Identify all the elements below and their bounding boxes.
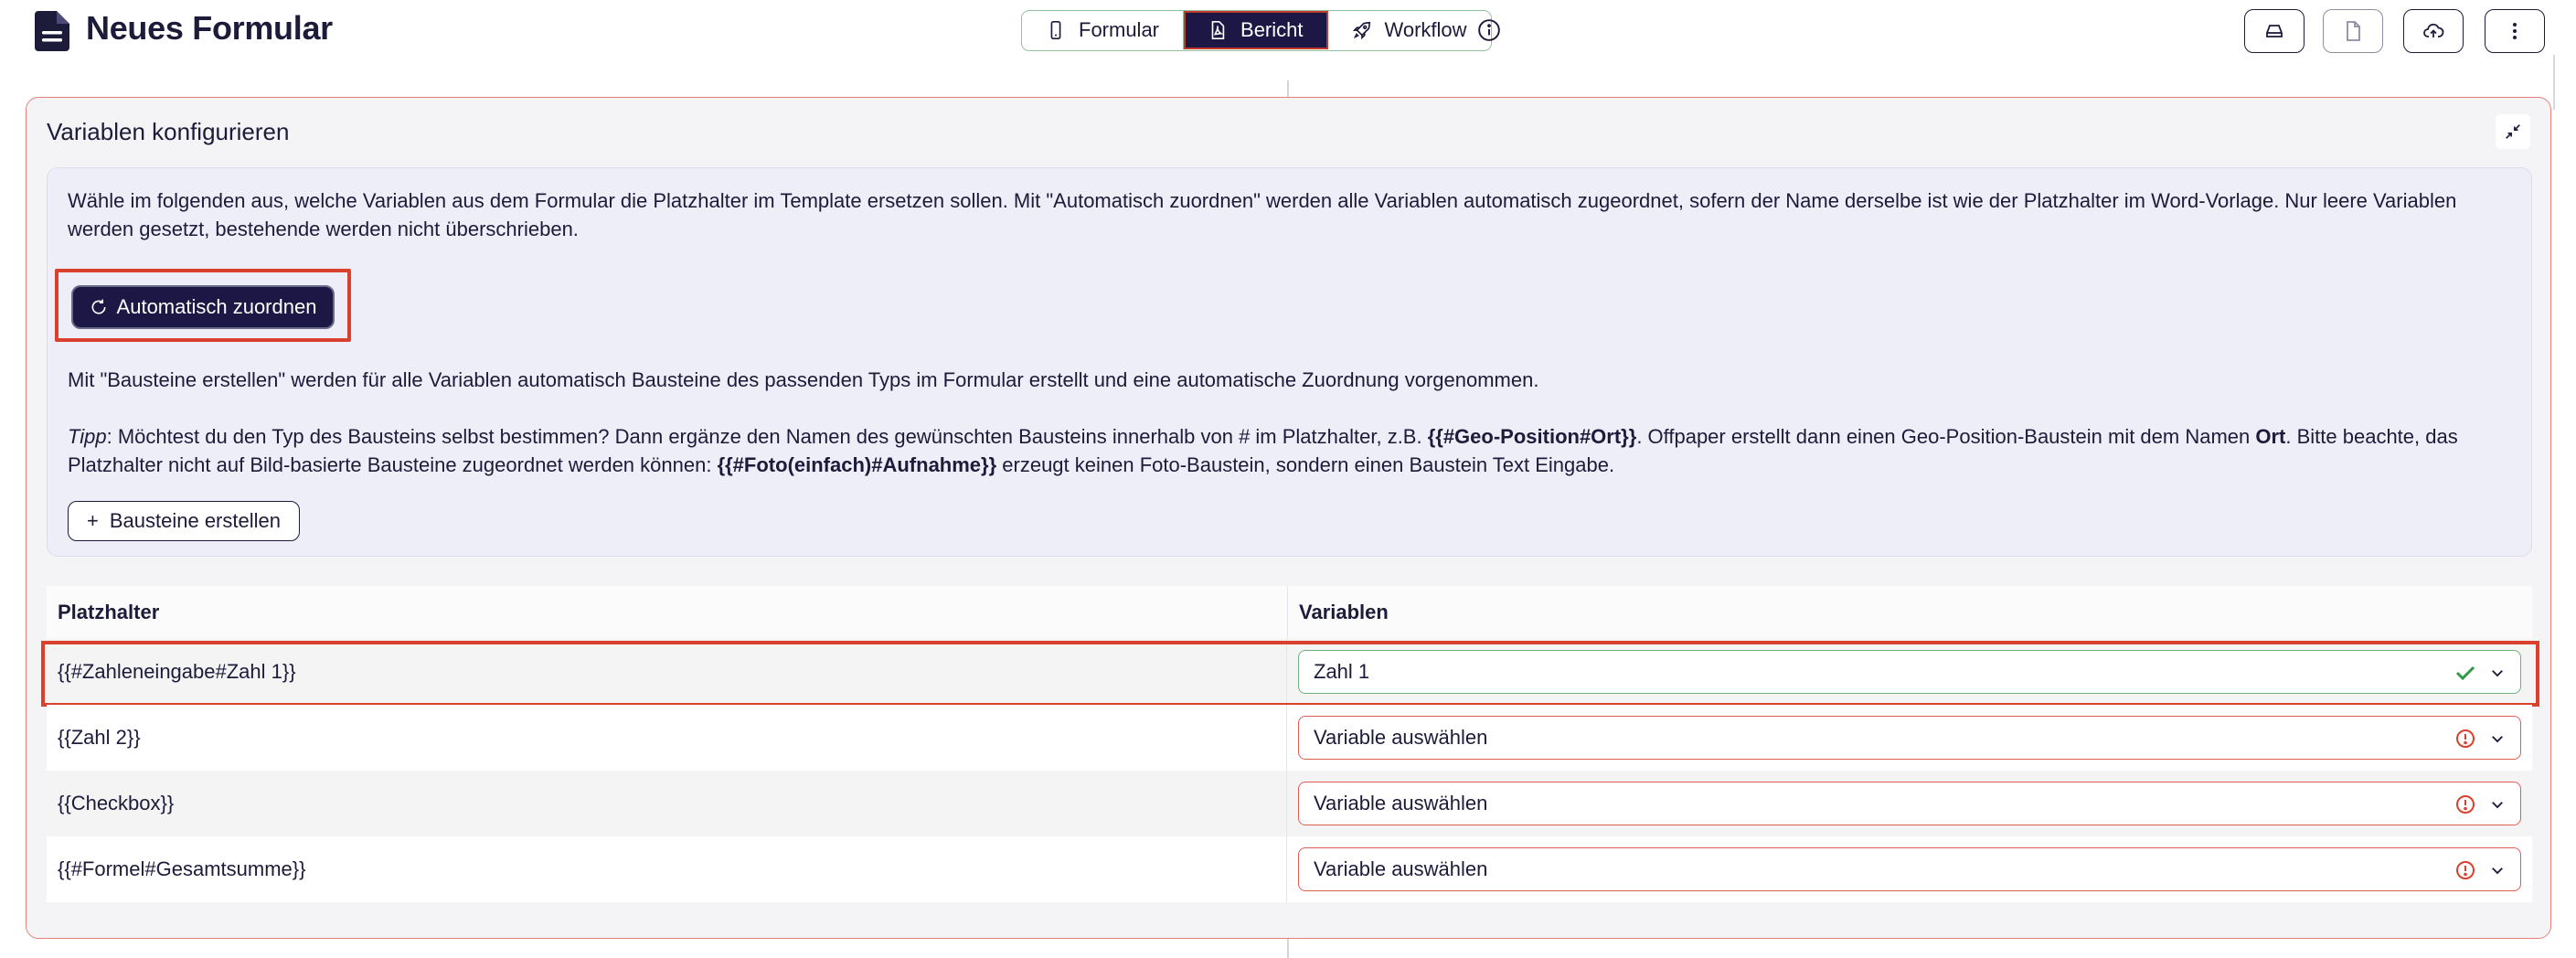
tip-segment: : Möchtest du den Typ des Bausteins selb… [106,425,1428,448]
placeholder-cell: {{#Formel#Gesamtsumme}} [47,836,1287,902]
column-header-placeholder: Platzhalter [47,586,1288,639]
alert-circle-icon [2456,795,2475,814]
refresh-icon [91,299,106,314]
tip-text: Tipp: Möchtest du den Typ des Bausteins … [68,422,2508,479]
chevron-down-icon [2492,802,2503,809]
auto-assign-button[interactable]: Automatisch zuordnen [71,285,335,329]
scrollbar[interactable] [2553,55,2555,110]
view-switch: Formular Bericht Workflow [1021,10,1492,51]
select-value: Variable auswählen [1314,857,1488,880]
chevron-down-icon [2492,736,2503,743]
auto-assign-label: Automatisch zuordnen [116,295,317,318]
variables-panel: Variablen konfigurieren Wähle im folgend… [26,97,2551,939]
tab-label: Formular [1079,18,1160,41]
header: Neues Formular Formular Bericht Workflow [0,0,2576,60]
variable-select[interactable]: Variable auswählen [1298,847,2521,891]
chevron-down-icon [2492,670,2503,677]
more-button[interactable] [2485,9,2545,53]
variable-cell: Variable auswählen [1287,836,2532,902]
table-header: Platzhalter Variablen [47,586,2532,639]
divider [1287,80,1289,97]
tab-label: Workflow [1384,18,1467,41]
tip-example: {{#Foto(einfach)#Aufnahme}} [717,453,997,476]
table-row: {{Checkbox}} Variable auswählen [47,771,2532,836]
tab-bericht[interactable]: Bericht [1184,11,1328,49]
alert-circle-icon [2456,729,2475,748]
tip-segment: erzeugt keinen Foto-Baustein, sondern ei… [996,453,1615,476]
variable-select[interactable]: Zahl 1 [1298,650,2521,694]
select-value: Variable auswählen [1314,792,1488,814]
create-blocks-button[interactable]: + Bausteine erstellen [68,501,300,541]
alert-circle-icon [2456,861,2475,879]
document-icon [35,11,69,51]
tip-label: Tipp [68,425,107,448]
plus-icon: + [87,509,99,532]
variable-select[interactable]: Variable auswählen [1298,782,2521,825]
tab-workflow[interactable]: Workflow [1327,11,1491,49]
pdf-file-icon [1211,21,1225,39]
variable-select[interactable]: Variable auswählen [1298,716,2521,760]
placeholder-cell: {{Checkbox}} [47,771,1287,836]
placeholder-cell: {{Zahl 2}} [47,705,1287,771]
drive-icon [2266,25,2283,37]
tip-example: {{#Geo-Position#Ort}} [1427,425,1637,448]
select-value: Variable auswählen [1314,726,1488,749]
intro-text: Wähle im folgenden aus, welche Variablen… [68,189,2457,240]
cloud-upload-icon [2423,23,2444,37]
file-icon [2347,21,2360,41]
chevron-down-icon [2492,868,2503,875]
check-icon [2455,665,2475,681]
highlight-frame: Automatisch zuordnen [55,269,351,342]
smartphone-icon [1050,21,1061,39]
tip-example: Ort [2255,425,2286,448]
tab-formular[interactable]: Formular [1022,11,1185,49]
table-row: {{Zahl 2}} Variable auswählen [47,705,2532,771]
divider [1287,939,1289,958]
panel-title: Variablen konfigurieren [47,118,290,145]
tip-segment: . Offpaper erstellt dann einen Geo-Posit… [1636,425,2256,448]
info-box: Wähle im folgenden aus, welche Variablen… [47,167,2532,557]
app-title: Neues Formular [86,9,333,47]
drive-button[interactable] [2244,9,2305,53]
mapping-table: Platzhalter Variablen {{#Zahleneingabe#Z… [41,586,2539,902]
variable-cell: Zahl 1 [1287,639,2532,705]
variable-cell: Variable auswählen [1287,705,2532,771]
select-value: Zahl 1 [1314,660,1370,683]
cloud-upload-button[interactable] [2403,9,2464,53]
create-text: Mit "Bausteine erstellen" werden für all… [68,368,1539,391]
placeholder-cell: {{#Zahleneingabe#Zahl 1}} [47,639,1287,705]
column-header-variables: Variablen [1299,601,1389,623]
more-vertical-icon [2513,23,2517,39]
file-button[interactable] [2323,9,2383,53]
variable-cell: Variable auswählen [1287,771,2532,836]
collapse-button[interactable] [2496,114,2530,149]
table-row: {{#Formel#Gesamtsumme}} Variable auswähl… [47,836,2532,902]
tab-label: Bericht [1240,18,1304,41]
minimize-icon [2506,124,2520,139]
table-row: {{#Zahleneingabe#Zahl 1}} Zahl 1 [41,639,2539,707]
rocket-icon [1352,21,1370,40]
page: Neues Formular Formular Bericht Workflow [0,0,2576,958]
info-icon[interactable] [1477,18,1501,42]
create-blocks-label: Bausteine erstellen [109,509,281,532]
